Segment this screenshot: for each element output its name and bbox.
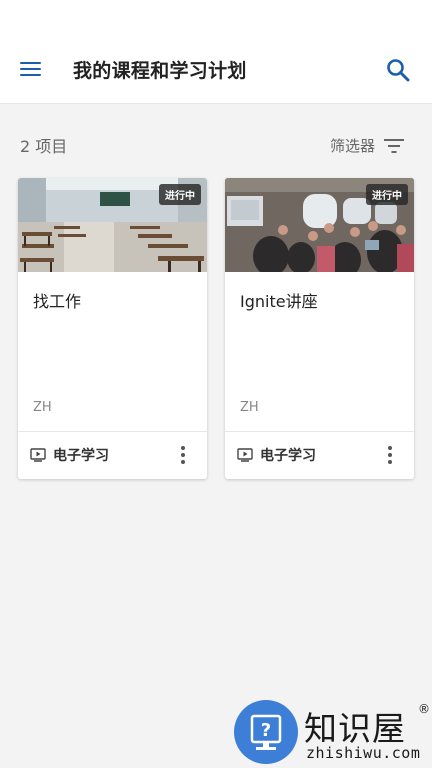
course-type: 电子学习 — [237, 445, 316, 465]
card-divider — [225, 431, 414, 432]
watermark-logo: ? 知识屋 ® zhishiwu.com — [232, 698, 432, 768]
filter-button[interactable]: 筛选器 — [330, 135, 405, 156]
course-thumbnail-lecture: 进行中 — [225, 178, 414, 272]
more-vertical-icon[interactable] — [173, 444, 193, 466]
course-card[interactable]: 进行中 找工作 ZH 电子学习 — [18, 178, 207, 479]
course-thumbnail-classroom: 进行中 — [18, 178, 207, 272]
course-language: ZH — [33, 400, 52, 415]
status-badge: 进行中 — [159, 184, 201, 205]
filter-icon — [384, 138, 405, 153]
card-divider — [18, 431, 207, 432]
course-language: ZH — [240, 400, 259, 415]
play-screen-icon — [30, 448, 46, 462]
page-title: 我的课程和学习计划 — [73, 60, 247, 82]
watermark-name: 知识屋 — [304, 709, 406, 748]
course-title: 找工作 — [33, 292, 82, 311]
course-type-label: 电子学习 — [53, 448, 109, 464]
course-type: 电子学习 — [30, 445, 109, 465]
item-count: 2 项目 — [20, 137, 68, 156]
search-icon[interactable] — [384, 56, 412, 84]
more-vertical-icon[interactable] — [380, 444, 400, 466]
registered-mark: ® — [418, 702, 430, 716]
filter-label: 筛选器 — [330, 137, 376, 155]
app-header: 我的课程和学习计划 — [0, 0, 432, 104]
svg-text:?: ? — [261, 720, 271, 741]
course-type-label: 电子学习 — [260, 448, 316, 464]
menu-icon[interactable] — [18, 58, 44, 82]
play-screen-icon — [237, 448, 253, 462]
status-badge: 进行中 — [366, 184, 408, 205]
course-title: Ignite讲座 — [240, 292, 318, 311]
question-monitor-icon: ? — [234, 700, 298, 764]
course-card[interactable]: 进行中 Ignite讲座 ZH 电子学习 — [225, 178, 414, 479]
watermark-url: zhishiwu.com — [306, 744, 421, 762]
